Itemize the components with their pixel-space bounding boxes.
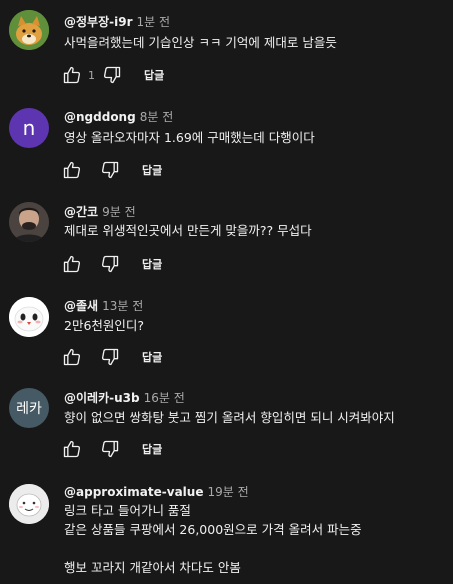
comment-author[interactable]: @간코 bbox=[64, 205, 98, 219]
like-button[interactable] bbox=[60, 252, 84, 276]
avatar[interactable] bbox=[9, 202, 49, 242]
like-button[interactable] bbox=[60, 437, 84, 461]
comment-author[interactable]: @ngddong bbox=[64, 110, 136, 124]
avatar[interactable]: 레카 bbox=[9, 388, 49, 428]
like-count: 1 bbox=[88, 68, 95, 82]
thumbs-down-icon bbox=[103, 66, 121, 84]
reply-button[interactable]: 답글 bbox=[142, 162, 162, 178]
avatar[interactable]: n bbox=[9, 108, 49, 148]
dislike-button[interactable] bbox=[98, 437, 122, 461]
cartoon-face-icon bbox=[9, 484, 49, 524]
thumbs-up-icon bbox=[63, 255, 81, 273]
comment-author[interactable]: @approximate-value bbox=[64, 485, 203, 499]
comment-author[interactable]: @졸새 bbox=[64, 299, 98, 313]
comment-time[interactable]: 8분 전 bbox=[140, 110, 174, 124]
thumbs-down-icon bbox=[101, 440, 119, 458]
comment-author[interactable]: @정부장-i9r bbox=[64, 15, 132, 29]
comment-text: 제대로 위생적인곳에서 만든게 맞을까?? 무섭다 bbox=[64, 223, 312, 238]
thumbs-up-icon bbox=[63, 161, 81, 179]
comment-time[interactable]: 16분 전 bbox=[144, 391, 185, 405]
dislike-button[interactable] bbox=[98, 345, 122, 369]
white-bird-icon bbox=[9, 297, 49, 337]
avatar[interactable] bbox=[9, 484, 49, 524]
doge-dog-icon bbox=[9, 10, 49, 50]
comment-text: 향이 없으면 쌍화탕 붓고 찜기 올려서 향입히면 되니 시켜봐야지 bbox=[64, 410, 395, 425]
comment-text: 링크 타고 들어가니 품절 같은 상품들 쿠팡에서 26,000원으로 가격 올… bbox=[64, 503, 362, 575]
comment-actions: 답글 bbox=[60, 345, 162, 369]
comment-actions: 답글 bbox=[60, 437, 162, 461]
comment-text: 사먹을려했는데 기습인상 ㅋㅋ 기억에 제대로 남을듯 bbox=[64, 35, 337, 50]
avatar[interactable] bbox=[9, 10, 49, 50]
dislike-button[interactable] bbox=[98, 158, 122, 182]
comment-actions: 답글 bbox=[60, 252, 162, 276]
man-photo-icon bbox=[9, 202, 49, 242]
avatar[interactable] bbox=[9, 297, 49, 337]
comment-text: 2만6천원인디? bbox=[64, 318, 145, 333]
thumbs-up-icon bbox=[63, 440, 81, 458]
thumbs-down-icon bbox=[101, 161, 119, 179]
thumbs-up-icon bbox=[63, 66, 81, 84]
comment-text: 영상 올라오자마자 1.69에 구매했는데 다행이다 bbox=[64, 130, 315, 145]
comment-time[interactable]: 1분 전 bbox=[136, 15, 170, 29]
thumbs-up-icon bbox=[63, 348, 81, 366]
avatar-letter: n bbox=[22, 116, 36, 140]
comment-time[interactable]: 9분 전 bbox=[102, 205, 136, 219]
reply-button[interactable]: 답글 bbox=[142, 349, 162, 365]
like-button[interactable] bbox=[60, 63, 84, 87]
avatar-letter: 레카 bbox=[16, 401, 42, 417]
comment-time[interactable]: 19분 전 bbox=[207, 485, 248, 499]
thumbs-down-icon bbox=[101, 348, 119, 366]
like-button[interactable] bbox=[60, 345, 84, 369]
comment-actions: 1 답글 bbox=[60, 63, 164, 87]
comment-time[interactable]: 13분 전 bbox=[102, 299, 143, 313]
reply-button[interactable]: 답글 bbox=[144, 67, 164, 83]
dislike-button[interactable] bbox=[100, 63, 124, 87]
comment-author[interactable]: @이레카-u3b bbox=[64, 391, 140, 405]
like-button[interactable] bbox=[60, 158, 84, 182]
reply-button[interactable]: 답글 bbox=[142, 441, 162, 457]
comment-actions: 답글 bbox=[60, 158, 162, 182]
reply-button[interactable]: 답글 bbox=[142, 256, 162, 272]
thumbs-down-icon bbox=[101, 255, 119, 273]
dislike-button[interactable] bbox=[98, 252, 122, 276]
